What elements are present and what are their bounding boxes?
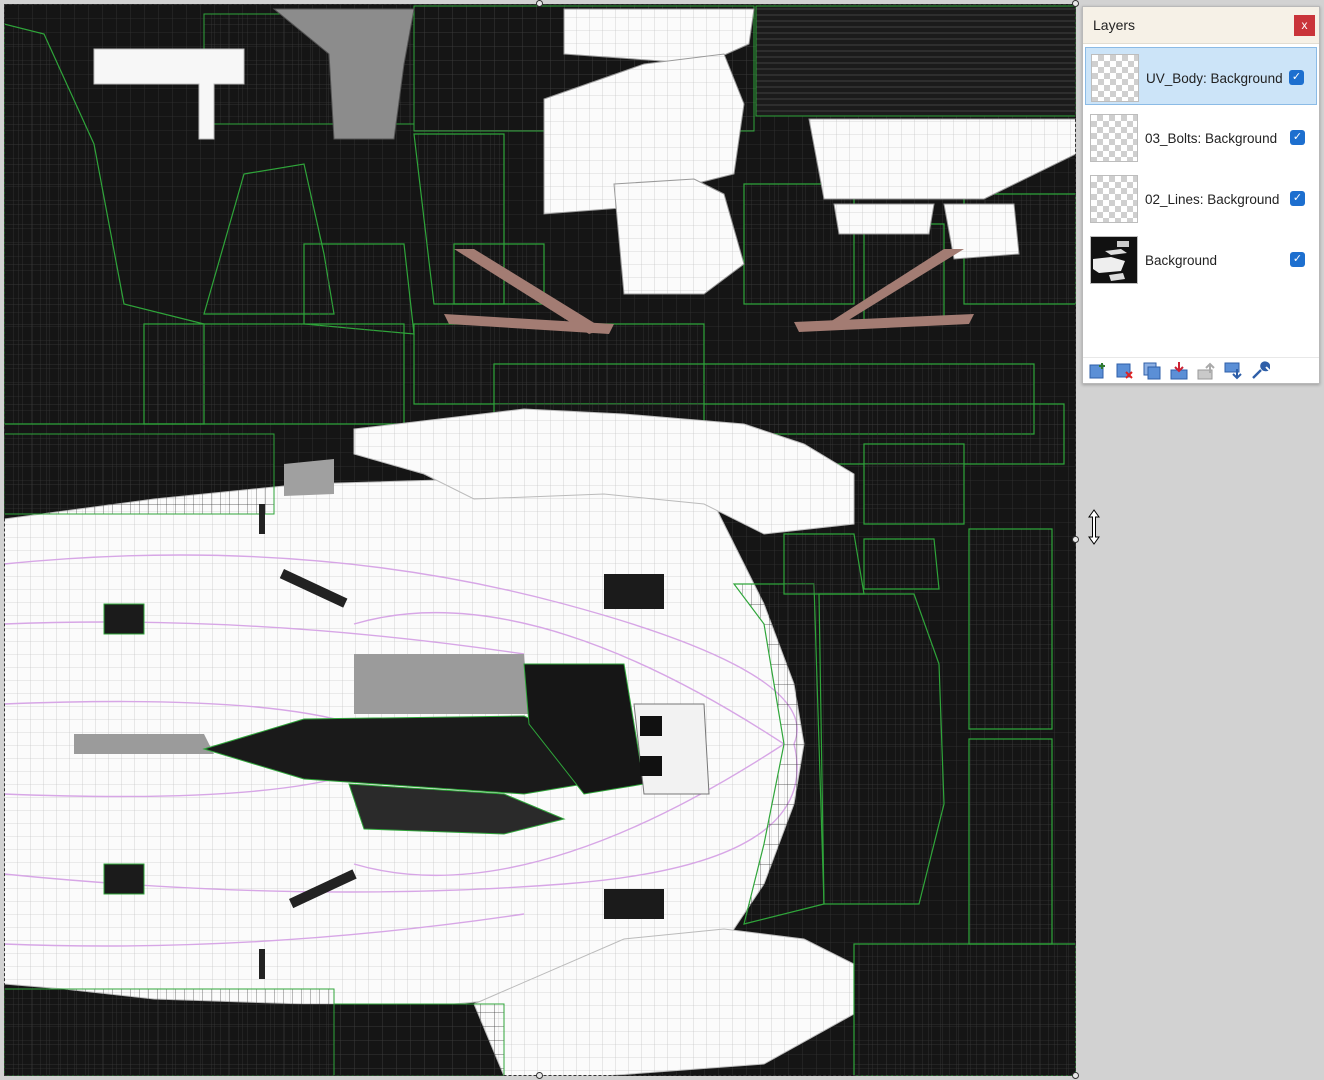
- close-button[interactable]: x: [1294, 15, 1315, 36]
- move-layer-down-icon[interactable]: [1223, 361, 1243, 381]
- delete-layer-icon[interactable]: [1115, 361, 1135, 381]
- layer-name: 02_Lines: Background: [1145, 192, 1280, 207]
- layer-thumbnail: [1090, 236, 1138, 284]
- visibility-checkbox[interactable]: ✓: [1289, 70, 1304, 85]
- merge-layer-down-icon[interactable]: [1169, 361, 1189, 381]
- visibility-checkbox[interactable]: ✓: [1290, 130, 1305, 145]
- layer-properties-icon[interactable]: [1250, 361, 1270, 381]
- layer-row-lines[interactable]: 02_Lines: Background ✓: [1085, 169, 1317, 227]
- visibility-checkbox[interactable]: ✓: [1290, 252, 1305, 267]
- layer-row-bolts[interactable]: 03_Bolts: Background ✓: [1085, 108, 1317, 166]
- image-canvas[interactable]: [4, 4, 1076, 1076]
- layers-panel: Layers x UV_Body: Background ✓ 03_Bolts:…: [1082, 6, 1320, 384]
- layer-list: UV_Body: Background ✓ 03_Bolts: Backgrou…: [1083, 44, 1319, 356]
- add-layer-icon[interactable]: [1088, 361, 1108, 381]
- resize-handle-top[interactable]: [536, 0, 543, 7]
- layers-title: Layers: [1093, 17, 1136, 33]
- resize-handle-bottom-right[interactable]: [1072, 1072, 1079, 1079]
- layers-toolbar: [1083, 357, 1319, 382]
- resize-handle-bottom[interactable]: [536, 1072, 543, 1079]
- move-layer-up-icon[interactable]: [1196, 361, 1216, 381]
- visibility-checkbox[interactable]: ✓: [1290, 191, 1305, 206]
- resize-handle-top-right[interactable]: [1072, 0, 1079, 7]
- layer-name: 03_Bolts: Background: [1145, 131, 1278, 146]
- layer-row-uv-body[interactable]: UV_Body: Background ✓: [1085, 47, 1317, 105]
- layer-name: Background: [1145, 253, 1218, 268]
- layer-name: UV_Body: Background: [1146, 71, 1283, 86]
- resize-handle-right[interactable]: [1072, 536, 1079, 543]
- resize-vertical-cursor-icon: [1087, 508, 1101, 551]
- layers-title-bar[interactable]: Layers x: [1083, 7, 1319, 44]
- uv-texture: [4, 4, 1076, 1076]
- layer-thumbnail: [1090, 114, 1138, 162]
- layer-thumbnail: [1091, 54, 1139, 102]
- layer-thumbnail: [1090, 175, 1138, 223]
- layer-row-background[interactable]: Background ✓: [1085, 230, 1317, 288]
- duplicate-layer-icon[interactable]: [1142, 361, 1162, 381]
